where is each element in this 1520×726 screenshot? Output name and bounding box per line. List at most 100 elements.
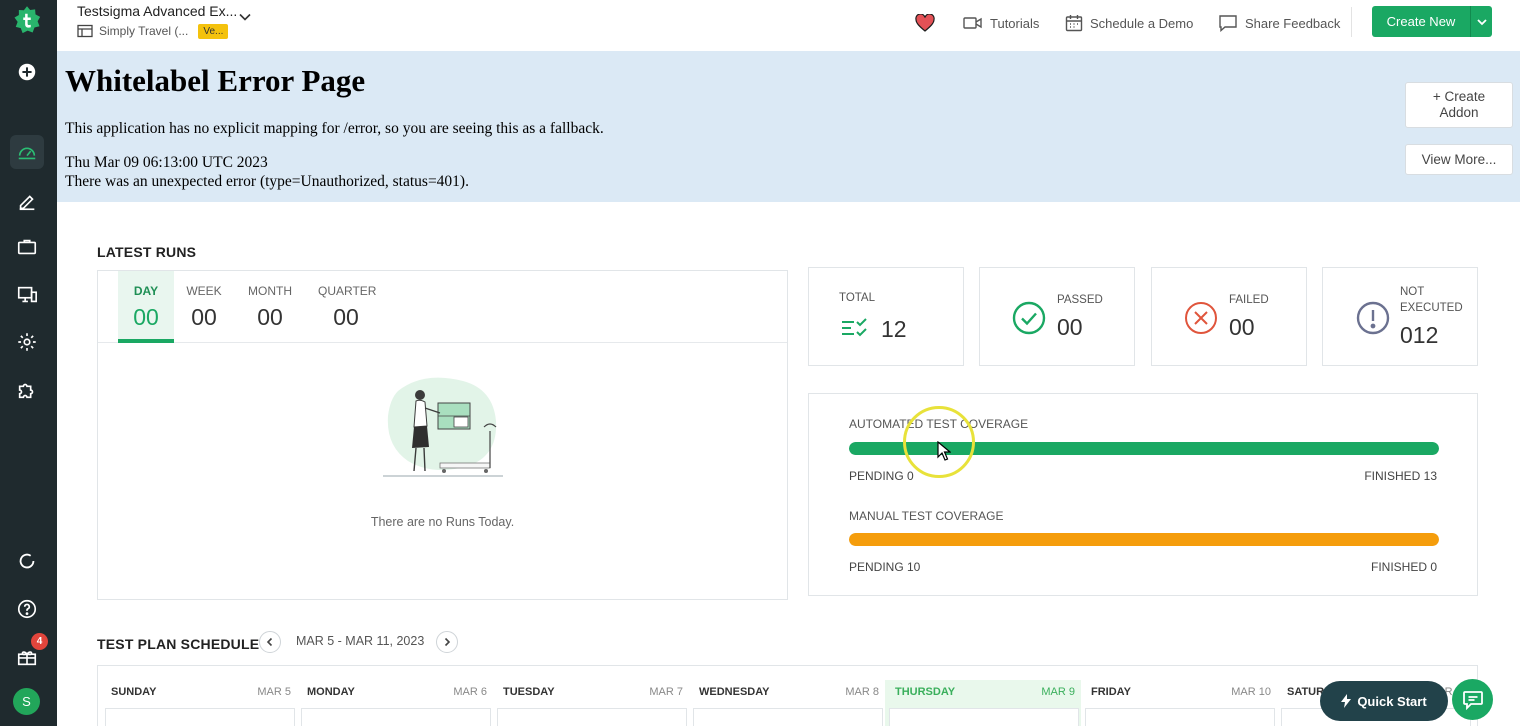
calendar-icon [1065,15,1083,32]
schedule-demo-link[interactable]: Schedule a Demo [1065,12,1193,34]
day-name: MONDAY [307,686,355,698]
not-executed-value: 012 [1400,322,1439,348]
tab-label: QUARTER [318,284,377,298]
feedback-chat-icon [1219,15,1237,32]
tab-count: 00 [133,304,159,330]
whitelabel-error-panel: Whitelabel Error Page This application h… [57,51,1520,202]
day-date: MAR 9 [1041,686,1075,698]
share-feedback-link[interactable]: Share Feedback [1218,12,1340,34]
project-sub-label: Simply Travel (... [99,24,189,38]
stat-card-passed[interactable]: PASSED 00 [979,267,1135,366]
passed-value: 00 [1057,314,1083,340]
day-date: MAR 5 [257,686,291,698]
refresh-icon[interactable] [10,544,44,578]
passed-label: PASSED [1057,294,1103,306]
day-slot[interactable] [693,708,883,726]
checklist-icon [842,318,867,337]
manual-pending: PENDING 10 [849,560,921,574]
day-name: THURSDAY [895,686,956,698]
day-column-sunday[interactable]: SUNDAY MAR 5 [101,680,297,726]
test-plan-schedule-title: TEST PLAN SCHEDULE [97,636,260,652]
edit-icon[interactable] [10,184,44,218]
error-message: This application has no explicit mapping… [65,120,604,137]
application-icon [77,24,93,38]
schedule-date-range: MAR 5 - MAR 11, 2023 [296,634,425,648]
day-slot[interactable] [105,708,295,726]
tab-label: WEEK [186,284,222,298]
create-new-button[interactable]: Create New [1372,6,1470,37]
chevron-down-icon[interactable] [238,10,252,24]
favorite-heart-button[interactable] [915,12,942,34]
not-executed-label-1: NOT [1400,286,1425,298]
schedule-demo-label: Schedule a Demo [1090,15,1194,31]
automated-coverage-bar[interactable] [849,442,1439,455]
day-column-wednesday[interactable]: WEDNESDAY MAR 8 [689,680,885,726]
create-addon-button[interactable]: + Create Addon [1405,82,1513,128]
total-label: TOTAL [839,292,875,304]
briefcase-icon[interactable] [10,230,44,264]
automated-coverage-label: AUTOMATED TEST COVERAGE [849,417,1029,431]
manual-coverage-label: MANUAL TEST COVERAGE [849,509,1004,523]
no-runs-illustration [383,377,503,477]
manual-coverage-fill [849,533,1439,546]
day-column-monday[interactable]: MONDAY MAR 6 [297,680,493,726]
manual-coverage-bar[interactable] [849,533,1439,546]
header-divider [1351,7,1352,37]
devices-icon[interactable] [10,278,44,312]
chevron-right-icon [444,637,451,647]
tab-week[interactable]: WEEK 00 [182,271,226,343]
share-feedback-label: Share Feedback [1245,15,1341,31]
lightning-icon [1341,694,1352,708]
video-camera-icon [963,17,982,29]
day-date: MAR 8 [845,686,879,698]
failed-value: 00 [1229,314,1255,340]
help-icon[interactable] [10,592,44,626]
quick-start-button[interactable]: Quick Start [1320,681,1448,721]
quick-start-label: Quick Start [1357,693,1427,709]
no-runs-message: There are no Runs Today. [370,515,515,529]
puzzle-addon-icon[interactable] [10,373,44,407]
latest-runs-title: LATEST RUNS [97,244,197,260]
day-column-friday[interactable]: FRIDAY MAR 10 [1081,680,1277,726]
testsigma-logo-icon[interactable] [10,3,44,37]
chevron-left-icon [266,637,273,647]
day-slot[interactable] [301,708,491,726]
day-slot[interactable] [1085,708,1275,726]
app-root: 4 S Testsigma Advanced Ex... Simply Trav… [0,0,1520,726]
tab-day[interactable]: DAY 00 [118,271,174,343]
manual-finished: FINISHED 0 [1370,560,1437,574]
create-new-dropdown-button[interactable] [1470,6,1492,37]
schedule-week-calendar: SUNDAY MAR 5 MONDAY MAR 6 TUESDAY MAR 7 … [97,665,1478,726]
notification-badge: 4 [31,633,48,650]
warning-exclamation-icon [1356,301,1390,335]
user-avatar[interactable]: S [13,688,40,715]
tab-month[interactable]: MONTH 00 [244,271,296,343]
automated-pending: PENDING 0 [849,469,914,483]
view-more-button[interactable]: View More... [1405,144,1513,175]
stat-card-total[interactable]: TOTAL 12 [808,267,964,366]
automated-finished: FINISHED 13 [1364,469,1437,483]
chat-support-button[interactable] [1452,679,1493,720]
project-title[interactable]: Testsigma Advanced Ex... [77,3,237,19]
tab-quarter[interactable]: QUARTER 00 [318,271,377,343]
passed-check-circle-icon [1012,301,1046,335]
tab-count: 00 [333,304,359,330]
tab-count: 00 [257,304,283,330]
stat-card-not-executed[interactable]: NOT EXECUTED 012 [1322,267,1478,366]
schedule-prev-button[interactable] [259,631,281,653]
day-slot[interactable] [889,708,1079,726]
schedule-next-button[interactable] [436,631,458,653]
dashboard-icon[interactable] [10,135,44,169]
tutorials-link[interactable]: Tutorials [963,12,1039,34]
gift-icon[interactable]: 4 [10,633,48,674]
day-column-tuesday[interactable]: TUESDAY MAR 7 [493,680,689,726]
not-executed-label-2: EXECUTED [1400,302,1463,314]
day-slot[interactable] [497,708,687,726]
day-column-thursday[interactable]: THURSDAY MAR 9 [885,680,1081,726]
settings-gear-icon[interactable] [10,325,44,359]
add-icon[interactable] [10,55,44,89]
stat-card-failed[interactable]: FAILED 00 [1151,267,1307,366]
sidebar: 4 S [0,0,57,726]
tab-count: 00 [191,304,217,330]
project-subtitle[interactable]: Simply Travel (... Ve... [77,23,229,39]
